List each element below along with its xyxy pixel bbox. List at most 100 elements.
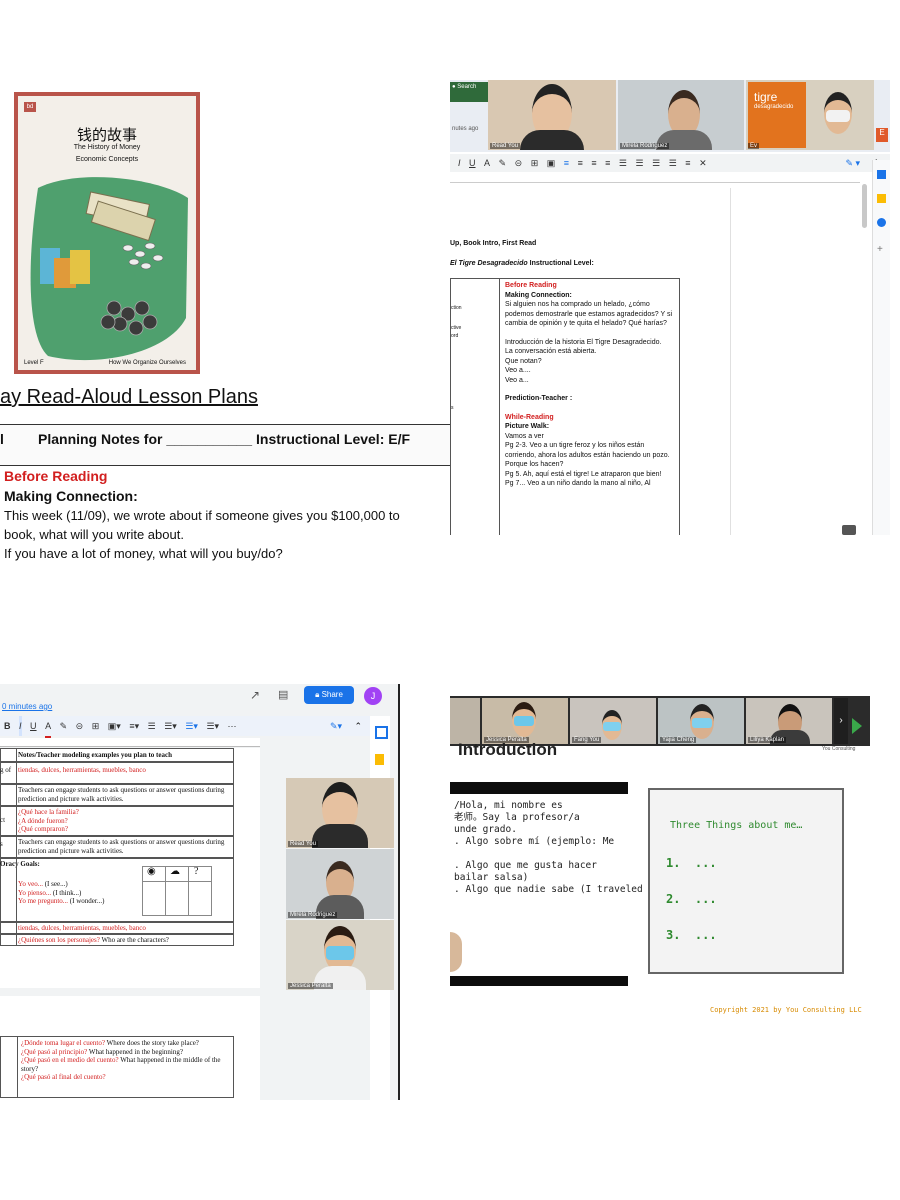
image-button[interactable]: ▣▾ <box>108 716 121 736</box>
activity-icon[interactable]: ↗ <box>250 688 260 702</box>
oracy-lines: Yo veo... (I see...) Yo pienso... (I thi… <box>18 880 105 905</box>
align-center-button[interactable]: ≡ <box>578 154 583 172</box>
doc-heading-1: Up, Book Intro, First Read <box>450 240 537 247</box>
plan-line-2: book, what will you write about. <box>4 527 184 542</box>
scrollbar[interactable] <box>862 184 867 228</box>
comment-button[interactable]: ⊞ <box>92 716 100 736</box>
slide-text-block: /Hola, mi nombre es 老师。Say la profesor/a… <box>454 800 643 895</box>
participant-name: Jessica Peralta <box>288 983 333 989</box>
text-color-button[interactable]: A <box>484 154 490 172</box>
list-item: 3. ... <box>666 928 717 942</box>
video-tile-1[interactable]: Read You <box>286 778 394 848</box>
slide-title: Introduction <box>458 740 558 759</box>
next-page-icon[interactable]: › <box>834 698 848 744</box>
participant-name: Fang You <box>572 737 602 743</box>
highlight-button[interactable]: ✎ <box>499 154 507 172</box>
underline-button[interactable]: U <box>469 154 476 172</box>
before-reading-label: Before Reading <box>505 282 557 289</box>
floating-chat-icon[interactable] <box>842 525 856 535</box>
avatar[interactable]: J <box>364 687 382 705</box>
slide-bottom-bar <box>450 976 628 986</box>
line-spacing-button[interactable]: ☰ <box>148 716 156 736</box>
keep-icon[interactable] <box>877 194 886 203</box>
video-tile-3[interactable]: Yajia Cheng <box>658 698 744 744</box>
while-reading-label: While-Reading <box>505 413 554 421</box>
video-tile-2[interactable]: Mirela Rodriguez <box>618 80 744 150</box>
calendar-icon[interactable] <box>877 170 886 179</box>
book-illustration <box>30 177 189 361</box>
doc-page: Up, Book Intro, First Read El Tigre Desa… <box>450 188 731 535</box>
add-icon[interactable]: + <box>877 244 883 255</box>
book-cover: bd 钱的故事 The History of Money Economic Co… <box>14 92 200 374</box>
link-button[interactable]: ⊝ <box>76 716 84 736</box>
comment-icon[interactable]: ▤ <box>278 688 288 701</box>
underline-button[interactable]: U <box>30 716 37 736</box>
participant-name: Mirela Rodriguez <box>620 143 670 149</box>
lesson-plan-panel: bd 钱的故事 The History of Money Economic Co… <box>0 80 450 570</box>
video-tile-4[interactable]: Liliya Kaplan <box>746 698 832 744</box>
line-spacing-button[interactable]: ☰ <box>619 154 627 172</box>
align-right-button[interactable]: ≡ <box>591 154 596 172</box>
highlight-button[interactable]: ✎ <box>60 716 68 736</box>
participant-name: Liliya Kaplan <box>748 737 787 743</box>
editing-pencil-icon[interactable]: ✎ ▾ <box>845 154 860 172</box>
table-divider <box>499 279 500 535</box>
slide-top-bar <box>450 782 628 794</box>
box-title: Three Things about me… <box>670 820 803 831</box>
book-series: How We Organize Ourselves <box>108 360 186 366</box>
justify-button[interactable]: ≡ <box>605 154 610 172</box>
align-button[interactable]: ≡▾ <box>129 716 139 736</box>
share-button[interactable]: 🔒︎ Share <box>304 686 354 704</box>
participant-body <box>520 130 584 150</box>
checklist-button[interactable]: ☰ <box>636 154 644 172</box>
video-tile-2[interactable]: Mirela Rodriguez <box>286 849 394 919</box>
picture-walk-label: Picture Walk: <box>505 423 550 430</box>
extension-icon[interactable]: E <box>876 128 888 142</box>
bullet-list-button[interactable]: ☰▾ <box>185 716 198 736</box>
more-button[interactable]: ⋯ <box>228 716 237 736</box>
link-button[interactable]: ⊝ <box>515 154 523 172</box>
video-tile-0[interactable] <box>450 698 480 744</box>
browser-tab[interactable]: ● Search <box>450 82 492 102</box>
bullet-list-button[interactable]: ☰ <box>652 154 660 172</box>
making-connection-label: Making Connection: <box>4 488 138 504</box>
italic-button[interactable]: I <box>458 154 461 172</box>
indent-button[interactable]: ≡ <box>685 154 690 172</box>
lesson-plan-heading: ay Read-Aloud Lesson Plans <box>0 386 258 408</box>
table-row: tiendas, dulces, herramientas, muebles, … <box>18 924 146 932</box>
notes-table: Notes/Teacher modeling examples you plan… <box>0 748 234 958</box>
collapse-icon[interactable]: ⌃ <box>354 716 362 736</box>
side-panel: + <box>872 160 890 535</box>
numbered-list-button[interactable]: ☰ <box>669 154 677 172</box>
eye-icon: ◉ <box>147 866 156 877</box>
keep-icon[interactable] <box>375 754 384 765</box>
calendar-icon[interactable] <box>375 726 388 739</box>
bold-button[interactable]: B <box>4 716 11 736</box>
video-tile-3[interactable]: tigre desagradecido Ev <box>746 80 874 150</box>
numbered-list-button[interactable]: ☰▾ <box>206 716 219 736</box>
align-left-button[interactable]: ≡ <box>564 154 569 172</box>
image-button[interactable]: ▣ <box>547 154 556 172</box>
participant-name: Read You <box>490 143 521 149</box>
video-tile-3[interactable]: Jessica Peralta <box>286 920 394 990</box>
video-call-doc-panel: ● Search nutes ago Read You Mirela Rodri… <box>450 80 890 535</box>
ruler <box>450 174 860 183</box>
intro-slide-panel: Jessica Peralta Fang You Yajia Cheng Lil… <box>450 694 870 1024</box>
checklist-button[interactable]: ☰▾ <box>164 716 177 736</box>
editing-pencil-icon[interactable]: ✎▾ <box>330 716 342 736</box>
tasks-icon[interactable] <box>877 218 886 227</box>
video-tile-1[interactable]: Jessica Peralta <box>482 698 568 744</box>
doc-table-panel: 0 minutes ago ↗ ▤ 🔒︎ Share J B I U A ✎ ⊝… <box>0 684 400 1100</box>
lock-icon: 🔒︎ <box>315 690 320 699</box>
book-level: Level F <box>24 360 44 366</box>
copyright: Copyright 2021 by You Consulting LLC <box>710 1006 862 1014</box>
clear-format-button[interactable]: ✕ <box>699 154 707 172</box>
face-mask <box>826 110 850 122</box>
video-tile-1[interactable]: Read You <box>488 80 616 150</box>
text-color-button[interactable]: A <box>45 716 52 738</box>
plan-table: ction ctive ord s Before Reading Making … <box>450 278 680 535</box>
table-row: tiendas, dulces, herramientas, muebles, … <box>18 766 146 774</box>
video-tile-2[interactable]: Fang You <box>570 698 656 744</box>
italic-button[interactable]: I <box>19 716 22 736</box>
comment-button[interactable]: ⊞ <box>531 154 539 172</box>
